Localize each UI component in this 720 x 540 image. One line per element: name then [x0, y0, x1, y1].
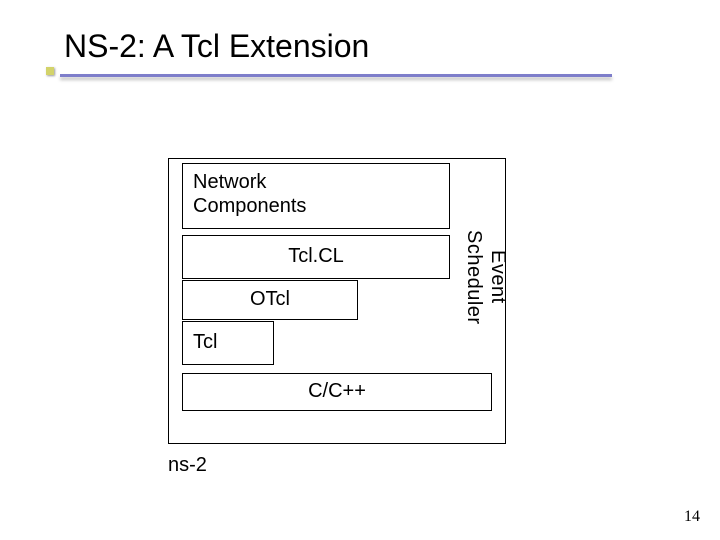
event-scheduler-box: Event Scheduler	[458, 228, 492, 372]
architecture-diagram: Network Components Tcl.CL OTcl Tcl Event…	[168, 158, 506, 444]
title-bullet-icon	[46, 67, 54, 75]
title-underline	[60, 74, 612, 77]
page-number: 14	[684, 508, 700, 526]
network-components-box: Network Components	[182, 163, 450, 229]
title-wrap: NS-2: A Tcl Extension	[64, 28, 369, 65]
slide-title: NS-2: A Tcl Extension	[64, 28, 369, 65]
cpp-label: C/C++	[308, 380, 366, 402]
tcl-box: Tcl	[182, 321, 274, 365]
tclcl-box: Tcl.CL	[182, 235, 450, 279]
slide: NS-2: A Tcl Extension Network Components…	[0, 0, 720, 540]
cpp-box: C/C++	[182, 373, 492, 411]
tcl-label: Tcl	[193, 331, 217, 353]
network-components-label: Network Components	[193, 171, 306, 217]
otcl-label: OTcl	[250, 288, 290, 310]
otcl-box: OTcl	[182, 280, 358, 320]
diagram-caption: ns-2	[168, 454, 207, 477]
event-scheduler-label: Event Scheduler	[462, 230, 510, 325]
tclcl-label: Tcl.CL	[288, 245, 344, 267]
